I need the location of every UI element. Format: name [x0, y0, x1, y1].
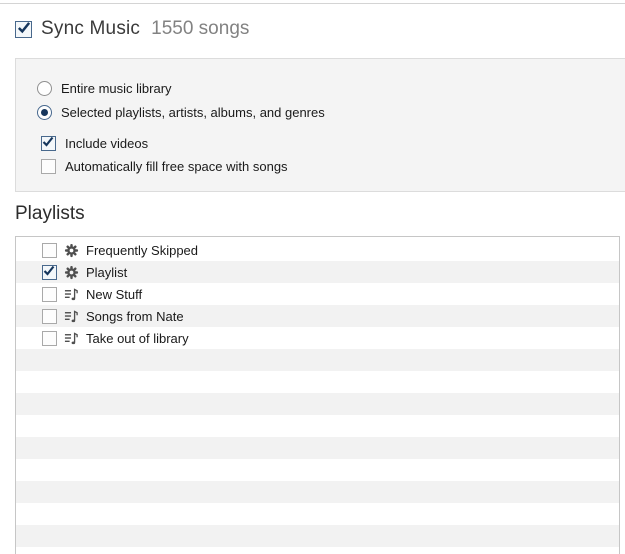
- playlist-name: Songs from Nate: [86, 308, 184, 324]
- smart-playlist-gear-icon: [64, 243, 79, 258]
- radio-selected-playlists-label: Selected playlists, artists, albums, and…: [61, 104, 325, 120]
- playlists-list: Frequently Skipped Playlist New Stuff So…: [15, 236, 620, 554]
- playlist-checkbox[interactable]: [42, 242, 57, 258]
- checkmark-icon: [43, 265, 55, 276]
- playlist-row[interactable]: Songs from Nate: [16, 305, 619, 327]
- playlist-name: Frequently Skipped: [86, 242, 199, 258]
- playlist-checkbox[interactable]: [42, 308, 57, 324]
- top-divider: [0, 3, 625, 4]
- playlist-note-icon: [64, 309, 79, 324]
- song-count: 1550 songs: [151, 18, 250, 39]
- checkmark-icon: [17, 21, 31, 33]
- sync-options-groupbox: Entire music library Selected playlists,…: [15, 58, 625, 192]
- playlist-row[interactable]: [16, 371, 619, 393]
- playlist-row[interactable]: Take out of library: [16, 327, 619, 349]
- checkmark-icon: [42, 136, 54, 147]
- playlist-checkbox[interactable]: [42, 286, 57, 302]
- include-videos-option[interactable]: Include videos: [41, 135, 148, 151]
- playlist-checkbox[interactable]: [42, 330, 57, 346]
- radio-button-selected-icon[interactable]: [37, 104, 52, 120]
- radio-button-icon[interactable]: [37, 80, 52, 96]
- playlist-row[interactable]: [16, 547, 619, 554]
- playlist-checkbox[interactable]: [42, 264, 57, 280]
- playlist-name: Take out of library: [86, 330, 189, 346]
- sync-music-header: Sync Music 1550 songs: [15, 18, 249, 40]
- playlist-row[interactable]: New Stuff: [16, 283, 619, 305]
- playlist-row[interactable]: [16, 503, 619, 525]
- playlist-row[interactable]: [16, 415, 619, 437]
- page-title: Sync Music: [41, 18, 141, 39]
- include-videos-checkbox[interactable]: [41, 135, 56, 151]
- smart-playlist-gear-icon: [64, 265, 79, 280]
- playlist-row[interactable]: Playlist: [16, 261, 619, 283]
- radio-selected-playlists[interactable]: Selected playlists, artists, albums, and…: [37, 104, 325, 120]
- playlist-row[interactable]: [16, 437, 619, 459]
- radio-entire-library[interactable]: Entire music library: [37, 80, 172, 96]
- sync-music-pane: Sync Music 1550 songs Entire music libra…: [0, 0, 625, 554]
- playlist-row[interactable]: [16, 459, 619, 481]
- playlist-row[interactable]: Frequently Skipped: [16, 239, 619, 261]
- playlist-row[interactable]: [16, 525, 619, 547]
- playlist-row[interactable]: [16, 481, 619, 503]
- radio-entire-library-label: Entire music library: [61, 80, 172, 96]
- playlist-row[interactable]: [16, 393, 619, 415]
- playlists-heading: Playlists: [15, 203, 85, 224]
- auto-fill-checkbox[interactable]: [41, 158, 56, 174]
- playlist-note-icon: [64, 287, 79, 302]
- auto-fill-label: Automatically fill free space with songs: [65, 158, 288, 174]
- playlist-row[interactable]: [16, 349, 619, 371]
- include-videos-label: Include videos: [65, 135, 149, 151]
- playlist-note-icon: [64, 331, 79, 346]
- playlist-name: Playlist: [86, 264, 128, 280]
- auto-fill-option[interactable]: Automatically fill free space with songs: [41, 158, 288, 174]
- playlist-name: New Stuff: [86, 286, 143, 302]
- sync-music-checkbox[interactable]: [15, 20, 32, 38]
